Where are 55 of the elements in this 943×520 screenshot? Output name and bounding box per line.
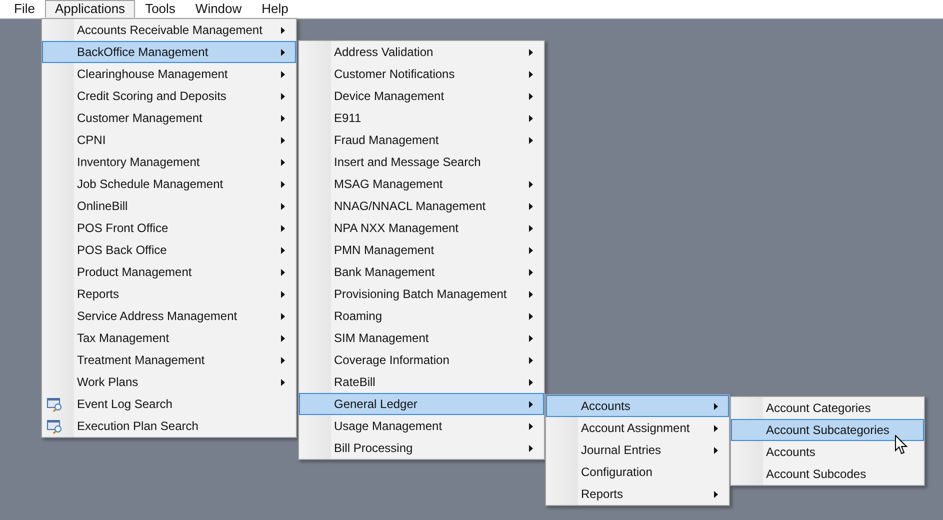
menu-item[interactable]: Account Subcodes: [731, 463, 924, 485]
menu-item[interactable]: MSAG Management: [299, 173, 544, 195]
menu-item[interactable]: Product Management: [42, 261, 296, 283]
menu-item[interactable]: Reports: [546, 483, 729, 505]
menu-item[interactable]: Clearinghouse Management: [42, 63, 296, 85]
menu-item[interactable]: Account Assignment: [546, 417, 729, 439]
menu-title[interactable]: Window: [185, 0, 252, 18]
menu-item[interactable]: POS Back Office: [42, 239, 296, 261]
menu-title[interactable]: Applications: [44, 0, 136, 18]
menu-item[interactable]: NNAG/NNACL Management: [299, 195, 544, 217]
menu-title[interactable]: Help: [252, 0, 298, 18]
menu-item[interactable]: NPA NXX Management: [299, 217, 544, 239]
menu-item[interactable]: Roaming: [299, 305, 544, 327]
menu-title[interactable]: Tools: [135, 0, 186, 18]
menu-item[interactable]: Credit Scoring and Deposits: [42, 85, 296, 107]
menu-item[interactable]: Insert and Message Search: [299, 151, 544, 173]
menu-item[interactable]: RateBill: [299, 371, 544, 393]
menu-item[interactable]: Usage Management: [299, 415, 544, 437]
menu-item[interactable]: Bill Processing: [299, 437, 544, 459]
menu-item[interactable]: CPNI: [42, 129, 296, 151]
menu-item[interactable]: General Ledger: [299, 393, 544, 415]
menu-item[interactable]: Service Address Management: [42, 305, 296, 327]
menu-item[interactable]: Inventory Management: [42, 151, 296, 173]
menu-item[interactable]: OnlineBill: [42, 195, 296, 217]
menu-item[interactable]: Work Plans: [42, 371, 296, 393]
menu-item[interactable]: SIM Management: [299, 327, 544, 349]
menu-item[interactable]: BackOffice Management: [42, 41, 296, 63]
menu-item[interactable]: Reports: [42, 283, 296, 305]
menu-item[interactable]: Execution Plan Search: [42, 415, 296, 437]
menu-item[interactable]: PMN Management: [299, 239, 544, 261]
menu-item[interactable]: Treatment Management: [42, 349, 296, 371]
menu-item[interactable]: Customer Notifications: [299, 63, 544, 85]
menu-item[interactable]: Fraud Management: [299, 129, 544, 151]
menu-item[interactable]: Account Categories: [731, 397, 924, 419]
menu-item[interactable]: POS Front Office: [42, 217, 296, 239]
menu-title[interactable]: File: [4, 0, 45, 18]
menu-item[interactable]: Bank Management: [299, 261, 544, 283]
menu-item[interactable]: Accounts Receivable Management: [42, 19, 296, 41]
menu-item[interactable]: Event Log Search: [42, 393, 296, 415]
menu-item[interactable]: Accounts: [731, 441, 924, 463]
menu-item[interactable]: Device Management: [299, 85, 544, 107]
menu-item[interactable]: Tax Management: [42, 327, 296, 349]
menu-item[interactable]: Journal Entries: [546, 439, 729, 461]
menu-item[interactable]: Address Validation: [299, 41, 544, 63]
menu-item[interactable]: E911: [299, 107, 544, 129]
search-report-icon: [47, 420, 63, 434]
menu-item[interactable]: Customer Management: [42, 107, 296, 129]
menu-item[interactable]: Provisioning Batch Management: [299, 283, 544, 305]
menu-item[interactable]: Coverage Information: [299, 349, 544, 371]
menu-item[interactable]: Account Subcategories: [731, 419, 924, 441]
menu-item[interactable]: Configuration: [546, 461, 729, 483]
search-report-icon: [47, 398, 63, 412]
menu-item[interactable]: Job Schedule Management: [42, 173, 296, 195]
cursor-icon: [895, 435, 908, 455]
menu-item[interactable]: Accounts: [546, 395, 729, 417]
